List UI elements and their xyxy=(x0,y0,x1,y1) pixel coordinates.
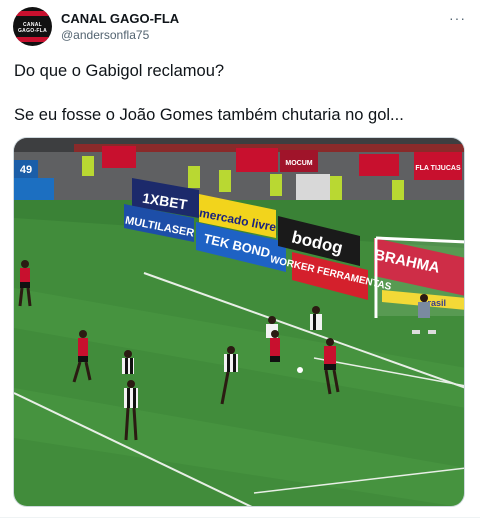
ad-mocum: MOCUM xyxy=(285,160,312,167)
avatar-text: CANAL GAGO-FLA xyxy=(17,22,48,34)
more-options-icon[interactable]: ··· xyxy=(449,10,466,26)
author-handle[interactable]: @andersonfla75 xyxy=(61,28,149,42)
avatar[interactable]: CANAL GAGO-FLA xyxy=(13,7,52,46)
author-name[interactable]: CANAL GAGO-FLA xyxy=(61,11,179,26)
football-match-scene: MOCUM FLA TIJUCAS 49 1XBET mercado livre… xyxy=(14,138,464,506)
ball xyxy=(297,367,303,373)
scoreboard-minute: 49 xyxy=(20,164,32,176)
tweet-text-line-2: Se eu fosse o João Gomes também chutaria… xyxy=(14,106,404,124)
tweet-header: CANAL GAGO-FLA CANAL GAGO-FLA @andersonf… xyxy=(0,0,480,56)
tweet-text-line-1: Do que o Gabigol reclamou? xyxy=(14,62,225,80)
ad-fla-tijucas: FLA TIJUCAS xyxy=(415,165,461,172)
tweet-media-image[interactable]: MOCUM FLA TIJUCAS 49 1XBET mercado livre… xyxy=(13,137,465,507)
divider xyxy=(0,517,480,518)
